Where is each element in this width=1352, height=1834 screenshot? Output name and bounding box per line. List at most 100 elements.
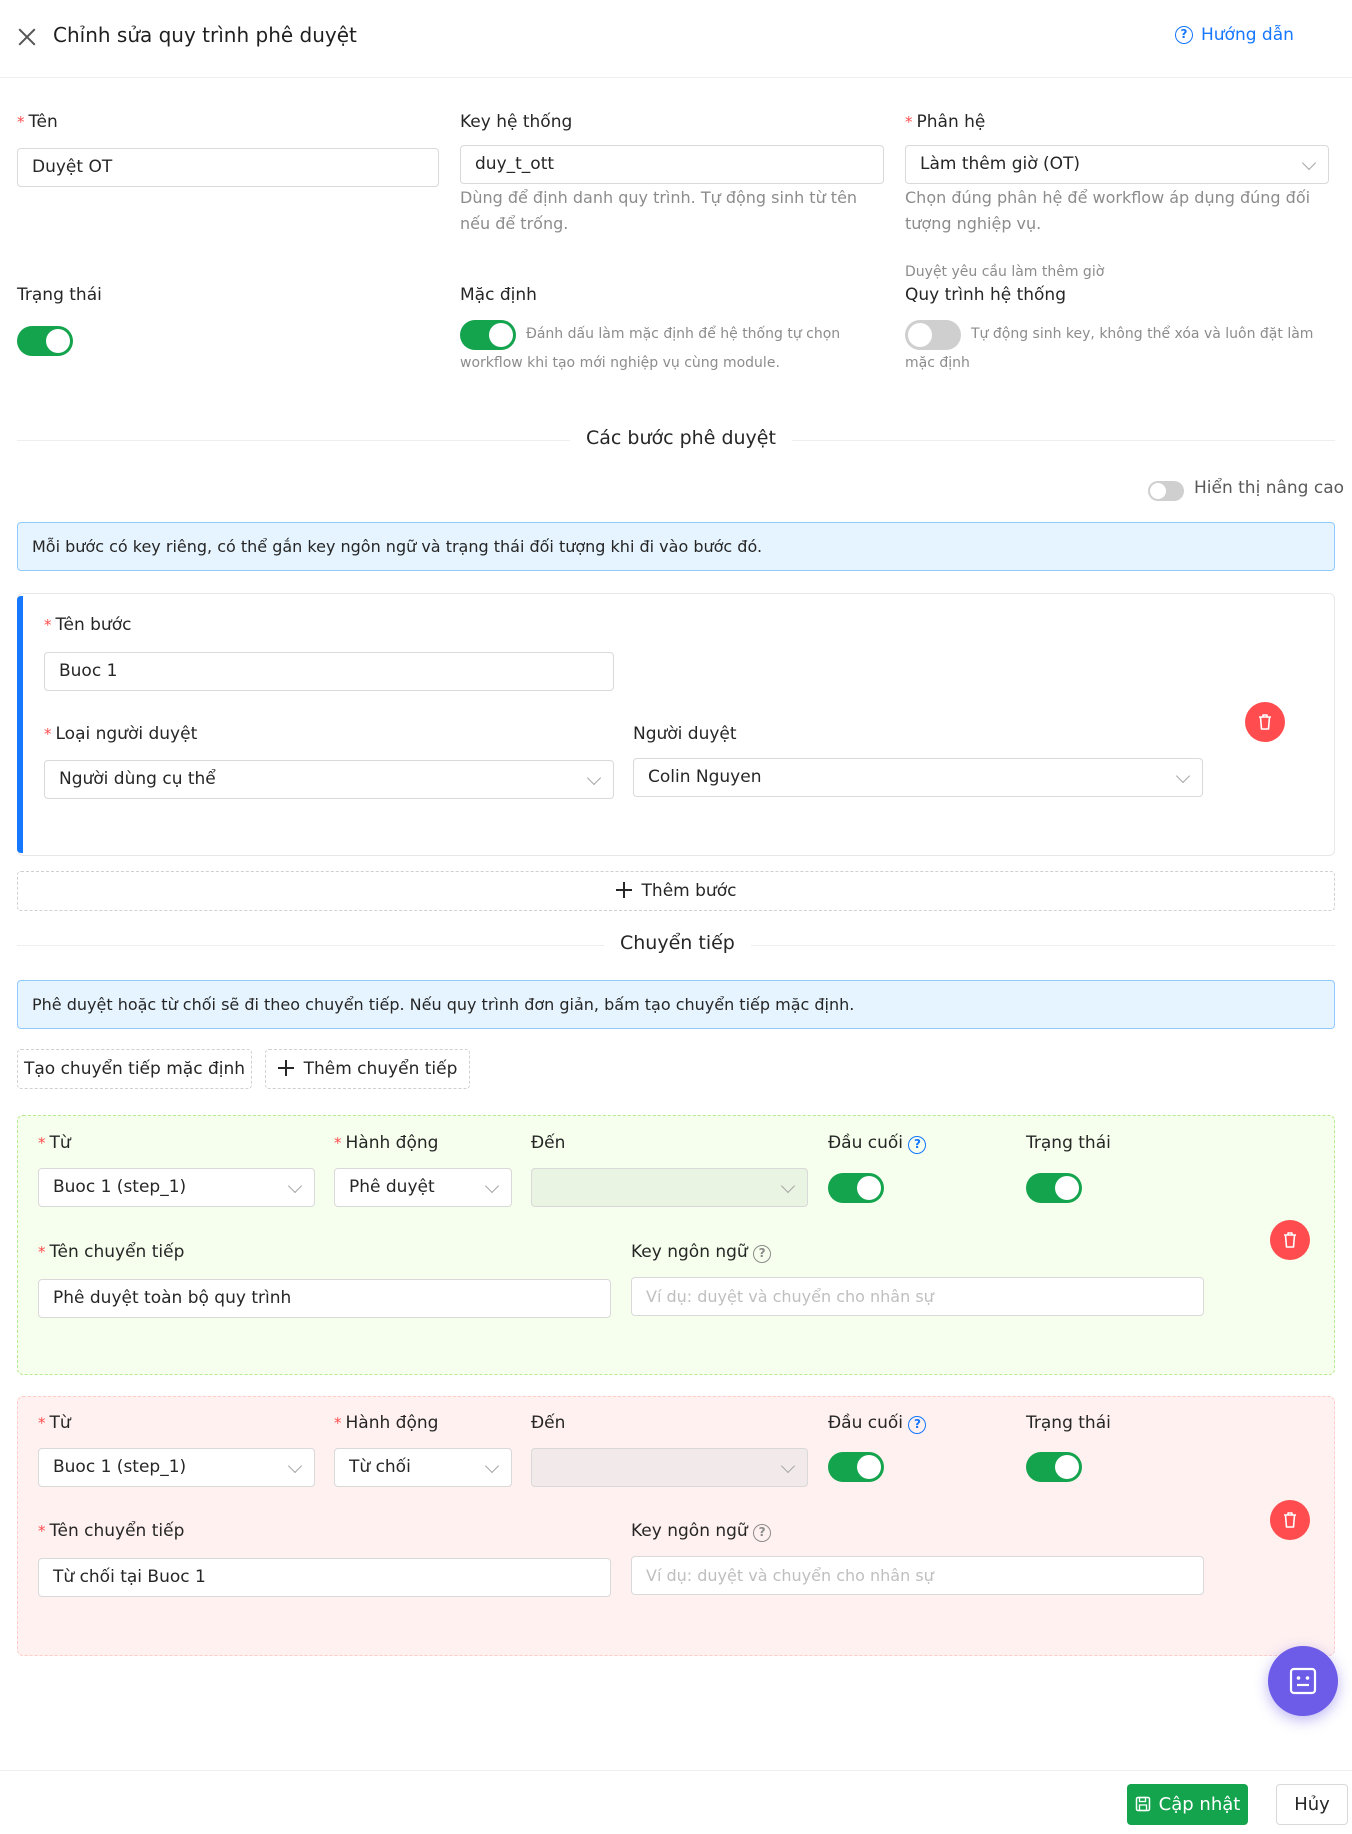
- chevron-down-icon: [484, 1458, 500, 1474]
- help-circle-icon: ?: [1175, 26, 1193, 44]
- status-toggle[interactable]: [17, 326, 73, 356]
- required-mark: *: [334, 1414, 342, 1432]
- modal-header: Chỉnh sửa quy trình phê duyệt ? Hướng dẫ…: [0, 0, 1352, 78]
- lang-key-input[interactable]: Ví dụ: duyệt và chuyển cho nhân sự: [631, 1277, 1204, 1316]
- status-label: Trạng thái: [1026, 1413, 1111, 1433]
- action-value: Phê duyệt: [349, 1177, 435, 1197]
- lang-key-label: Key ngôn ngữ ?: [631, 1521, 772, 1542]
- help-circle-icon[interactable]: ?: [908, 1416, 927, 1434]
- to-select[interactable]: [531, 1168, 808, 1207]
- action-label: * Hành động: [334, 1413, 439, 1433]
- terminal-toggle[interactable]: [828, 1173, 884, 1203]
- terminal-label: Đầu cuối ?: [828, 1413, 927, 1434]
- cancel-button[interactable]: Hủy: [1276, 1784, 1348, 1825]
- to-label: Đến: [531, 1413, 566, 1433]
- approver-label: Người duyệt: [633, 724, 737, 744]
- approver-type-label: * Loại người duyệt: [44, 724, 198, 744]
- transition-name-input[interactable]: Từ chối tại Buoc 1: [38, 1558, 611, 1597]
- transition-status-toggle[interactable]: [1026, 1173, 1082, 1203]
- required-mark: *: [334, 1134, 342, 1152]
- default-help: Đánh dấu làm mặc định để hệ thống tự chọ…: [460, 326, 841, 371]
- guide-link[interactable]: ? Hướng dẫn: [1175, 25, 1294, 45]
- from-value: Buoc 1 (step_1): [53, 1177, 187, 1197]
- delete-transition-button[interactable]: [1270, 1500, 1310, 1540]
- action-select[interactable]: Từ chối: [334, 1448, 512, 1487]
- transition-name-input[interactable]: Phê duyệt toàn bộ quy trình: [38, 1279, 611, 1318]
- transitions-section-title: Chuyển tiếp: [604, 932, 751, 954]
- approver-type-select[interactable]: Người dùng cụ thể: [44, 760, 614, 799]
- steps-info-alert: Mỗi bước có key riêng, có thể gắn key ng…: [17, 522, 1335, 571]
- transition-name-label: * Tên chuyển tiếp: [38, 1521, 185, 1541]
- system-key-input[interactable]: duy_t_ott: [460, 145, 884, 184]
- update-button[interactable]: Cập nhật: [1127, 1784, 1248, 1825]
- module-label: * Phân hệ: [905, 112, 986, 132]
- from-value: Buoc 1 (step_1): [53, 1457, 187, 1477]
- trash-icon: [1259, 714, 1271, 730]
- chevron-down-icon: [484, 1178, 500, 1194]
- system-key-label: Key hệ thống: [460, 112, 573, 132]
- module-sub-note: Duyệt yêu cầu làm thêm giờ: [905, 264, 1105, 280]
- transition-status-toggle[interactable]: [1026, 1452, 1082, 1482]
- trash-icon: [1284, 1512, 1296, 1528]
- approver-type-value: Người dùng cụ thể: [59, 769, 216, 789]
- module-select[interactable]: Làm thêm giờ (OT): [905, 145, 1329, 184]
- to-label: Đến: [531, 1133, 566, 1153]
- name-input[interactable]: Duyệt OT: [17, 148, 439, 187]
- create-default-transition-button[interactable]: Tạo chuyển tiếp mặc định: [17, 1049, 252, 1089]
- required-mark: *: [44, 725, 52, 743]
- toggle-knob: [1055, 1176, 1079, 1200]
- plus-icon: [277, 1060, 294, 1076]
- system-key-help: Dùng để định danh quy trình. Tự động sin…: [460, 188, 858, 233]
- help-circle-icon[interactable]: ?: [753, 1245, 772, 1263]
- from-label: * Từ: [38, 1413, 71, 1433]
- approver-value: Colin Nguyen: [648, 767, 762, 787]
- terminal-toggle[interactable]: [828, 1452, 884, 1482]
- add-transition-button[interactable]: Thêm chuyển tiếp: [265, 1049, 470, 1089]
- add-step-label: Thêm bước: [641, 881, 737, 901]
- robot-icon: [1289, 1667, 1317, 1695]
- lang-key-input[interactable]: Ví dụ: duyệt và chuyển cho nhân sự: [631, 1556, 1204, 1595]
- required-mark: *: [38, 1243, 46, 1261]
- steps-section-title: Các bước phê duyệt: [570, 427, 792, 449]
- default-label: Mặc định: [460, 285, 537, 305]
- chevron-down-icon: [780, 1458, 796, 1474]
- module-select-value: Làm thêm giờ (OT): [920, 154, 1081, 174]
- from-label: * Từ: [38, 1133, 71, 1153]
- to-select[interactable]: [531, 1448, 808, 1487]
- delete-step-button[interactable]: [1245, 702, 1285, 742]
- save-icon: [1135, 1796, 1150, 1812]
- required-mark: *: [17, 113, 25, 131]
- guide-label: Hướng dẫn: [1201, 25, 1294, 45]
- lang-key-label: Key ngôn ngữ ?: [631, 1242, 772, 1263]
- status-label: Trạng thái: [17, 285, 102, 305]
- system-flow-help: Tự động sinh key, không thể xóa và luôn …: [905, 326, 1314, 371]
- transition-name-label: * Tên chuyển tiếp: [38, 1242, 185, 1262]
- from-select[interactable]: Buoc 1 (step_1): [38, 1168, 315, 1207]
- assistant-fab[interactable]: [1268, 1646, 1338, 1716]
- advanced-label: Hiển thị nâng cao: [1194, 478, 1345, 498]
- toggle-knob: [1055, 1455, 1079, 1479]
- add-step-button[interactable]: Thêm bước: [17, 871, 1335, 911]
- action-label: * Hành động: [334, 1133, 439, 1153]
- help-circle-icon[interactable]: ?: [753, 1524, 772, 1542]
- add-transition-label: Thêm chuyển tiếp: [303, 1059, 458, 1079]
- step-name-input[interactable]: Buoc 1: [44, 652, 614, 691]
- from-select[interactable]: Buoc 1 (step_1): [38, 1448, 315, 1487]
- close-icon[interactable]: [16, 26, 38, 48]
- transitions-info-alert: Phê duyệt hoặc từ chối sẽ đi theo chuyển…: [17, 980, 1335, 1029]
- delete-transition-button[interactable]: [1270, 1220, 1310, 1260]
- step-card-accent: [17, 596, 23, 853]
- chevron-down-icon: [780, 1178, 796, 1194]
- terminal-label: Đầu cuối ?: [828, 1133, 927, 1154]
- plus-icon: [615, 882, 632, 898]
- approver-select[interactable]: Colin Nguyen: [633, 758, 1203, 797]
- advanced-toggle[interactable]: [1148, 481, 1184, 501]
- required-mark: *: [905, 113, 913, 131]
- chevron-down-icon: [1175, 768, 1191, 784]
- page-title: Chỉnh sửa quy trình phê duyệt: [53, 23, 357, 47]
- action-select[interactable]: Phê duyệt: [334, 1168, 512, 1207]
- system-flow-label: Quy trình hệ thống: [905, 285, 1066, 305]
- help-circle-icon[interactable]: ?: [908, 1136, 927, 1154]
- toggle-knob: [857, 1176, 881, 1200]
- toggle-knob: [857, 1455, 881, 1479]
